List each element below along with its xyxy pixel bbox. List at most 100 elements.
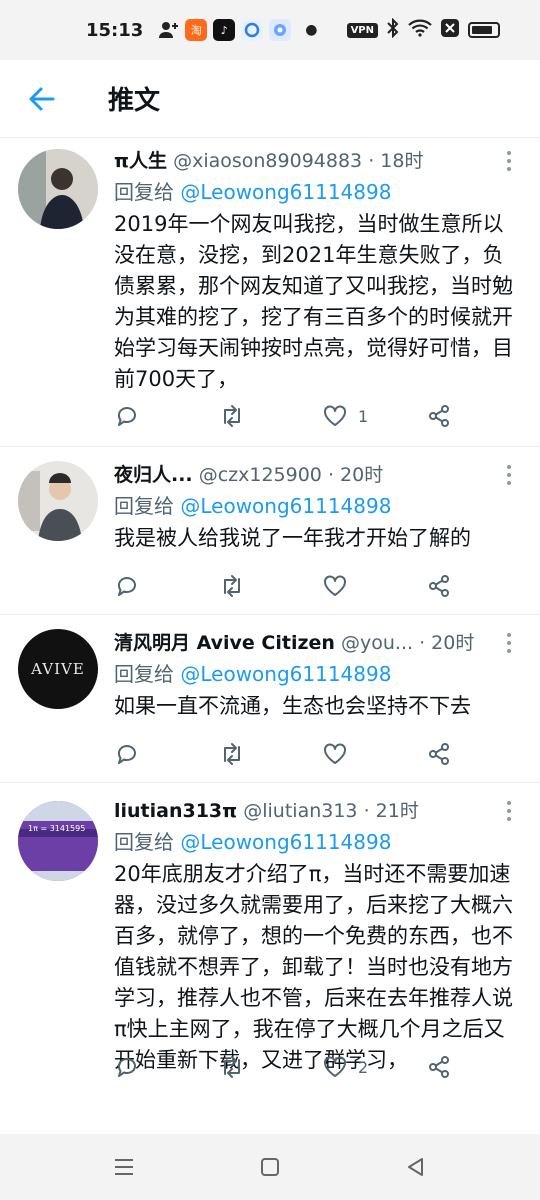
wifi-icon xyxy=(408,19,432,41)
tweet-time: · 20时 xyxy=(419,632,475,654)
reply-button[interactable] xyxy=(114,399,218,433)
reply-line: 回复给 @Leowong61114898 xyxy=(114,491,518,521)
tweet-time: · 20时 xyxy=(327,464,384,486)
notification-icons: 淘 ♪ ● xyxy=(157,19,318,41)
avatar[interactable] xyxy=(18,461,98,541)
reply-prefix: 回复给 xyxy=(114,830,174,854)
reply-mention[interactable]: @Leowong61114898 xyxy=(180,494,391,518)
tweet-meta: liutian313π @liutian313 · 21时 xyxy=(114,797,518,825)
share-icon xyxy=(429,1056,449,1078)
tweet-meta: π人生 @xiaoson89094883 · 18时 xyxy=(114,147,518,175)
comment-icon xyxy=(117,577,136,596)
recent-apps-button[interactable] xyxy=(106,1149,142,1185)
reply-line: 回复给 @Leowong61114898 xyxy=(114,659,518,689)
reply-prefix: 回复给 xyxy=(114,494,174,518)
share-icon xyxy=(429,743,449,765)
like-button[interactable]: 2 xyxy=(322,1050,426,1084)
like-button[interactable] xyxy=(322,737,426,771)
tweet[interactable]: AVIVE 清风明月 Avive Citizen @you... · 20时 回… xyxy=(0,615,540,783)
author-name[interactable]: 清风明月 Avive Citizen xyxy=(114,632,335,654)
taobao-icon: 淘 xyxy=(185,19,208,41)
heart-icon xyxy=(324,743,346,764)
battery-level xyxy=(472,26,492,34)
comment-icon xyxy=(117,1058,136,1077)
app-header: 推文 xyxy=(0,60,540,138)
author-name[interactable]: π人生 xyxy=(114,150,167,172)
person-add-icon xyxy=(157,19,179,41)
share-button[interactable] xyxy=(426,399,466,433)
reply-line: 回复给 @Leowong61114898 xyxy=(114,827,518,857)
share-icon xyxy=(429,405,449,427)
author-name[interactable]: 夜归人... xyxy=(114,464,193,486)
share-icon xyxy=(429,575,449,597)
page-title: 推文 xyxy=(108,86,161,116)
tweet-feed[interactable]: π人生 @xiaoson89094883 · 18时 回复给 @Leowong6… xyxy=(0,139,540,1134)
retweet-icon xyxy=(224,1056,240,1078)
tweet[interactable]: π人生 @xiaoson89094883 · 18时 回复给 @Leowong6… xyxy=(0,139,540,447)
share-button[interactable] xyxy=(426,569,466,603)
author-handle: @xiaoson89094883 xyxy=(173,150,363,172)
author-handle: @czx125900 xyxy=(198,464,322,486)
retweet-button[interactable] xyxy=(218,569,322,603)
avatar[interactable]: 1π = 3141595 xyxy=(18,801,98,881)
author-name[interactable]: liutian313π xyxy=(114,800,237,822)
tweet-actions: 1 xyxy=(114,399,474,433)
close-box-icon xyxy=(440,18,460,42)
comment-icon xyxy=(117,745,136,764)
share-button[interactable] xyxy=(426,737,466,771)
back-nav-button[interactable] xyxy=(398,1149,434,1185)
bluetooth-icon xyxy=(386,17,400,42)
tiktok-icon: ♪ xyxy=(213,19,236,41)
reply-button[interactable] xyxy=(114,569,218,603)
share-button[interactable] xyxy=(426,1050,466,1084)
author-handle: @you... xyxy=(341,632,414,654)
tweet-time: · 21时 xyxy=(363,800,419,822)
avatar[interactable]: AVIVE xyxy=(18,629,98,709)
tweet-actions xyxy=(114,569,474,603)
avatar[interactable] xyxy=(18,149,98,229)
retweet-icon xyxy=(224,405,240,427)
reply-mention[interactable]: @Leowong61114898 xyxy=(180,180,391,204)
tweet[interactable]: 1π = 3141595 liutian313π @liutian313 · 2… xyxy=(0,783,540,1134)
reply-mention[interactable]: @Leowong61114898 xyxy=(180,830,391,854)
heart-icon xyxy=(324,575,346,596)
more-options-icon[interactable] xyxy=(504,801,514,821)
like-count: 2 xyxy=(358,1057,369,1077)
tweet-actions: 2 xyxy=(114,1050,474,1084)
status-bar: 15:13 淘 ♪ ● VPN xyxy=(0,0,540,60)
retweet-button[interactable] xyxy=(218,737,322,771)
more-options-icon[interactable] xyxy=(504,465,514,485)
tweet-text: 20年底朋友才介绍了π，当时还不需要加速器，没过多久就需要用了，后来挖了大概六百… xyxy=(114,862,513,1072)
back-button[interactable] xyxy=(0,60,84,138)
author-handle: @liutian313 xyxy=(243,800,358,822)
like-count: 1 xyxy=(358,406,369,426)
tweet-time: · 18时 xyxy=(368,150,424,172)
like-button[interactable]: 1 xyxy=(322,399,426,433)
reply-button[interactable] xyxy=(114,737,218,771)
reply-prefix: 回复给 xyxy=(114,662,174,686)
system-icons: VPN xyxy=(346,17,500,42)
reply-button[interactable] xyxy=(114,1050,218,1084)
tweet-actions xyxy=(114,737,474,771)
assistant-icon xyxy=(269,19,292,41)
tweet-meta: 清风明月 Avive Citizen @you... · 20时 xyxy=(114,629,518,657)
more-options-icon[interactable] xyxy=(504,633,514,653)
tweet-meta: 夜归人... @czx125900 · 20时 xyxy=(114,461,518,489)
heart-icon xyxy=(324,1056,346,1077)
more-options-icon[interactable] xyxy=(504,151,514,171)
tweet-text: 如果一直不流通，生态也会坚持不下去 xyxy=(114,694,471,718)
reply-line: 回复给 @Leowong61114898 xyxy=(114,177,518,207)
reply-mention[interactable]: @Leowong61114898 xyxy=(180,662,391,686)
tweet[interactable]: 夜归人... @czx125900 · 20时 回复给 @Leowong6111… xyxy=(0,447,540,615)
arrow-left-icon xyxy=(29,87,55,110)
retweet-button[interactable] xyxy=(218,1050,322,1084)
triangle-back-icon xyxy=(408,1158,423,1176)
retweet-button[interactable] xyxy=(218,399,322,433)
avatar-text: AVIVE xyxy=(31,660,85,678)
battery-icon xyxy=(468,22,500,38)
retweet-icon xyxy=(224,575,240,597)
more-notifications-dot: ● xyxy=(305,22,318,38)
home-button[interactable] xyxy=(252,1149,288,1185)
like-button[interactable] xyxy=(322,569,426,603)
tweet-text: 我是被人给我说了一年我才开始了解的 xyxy=(114,526,471,550)
